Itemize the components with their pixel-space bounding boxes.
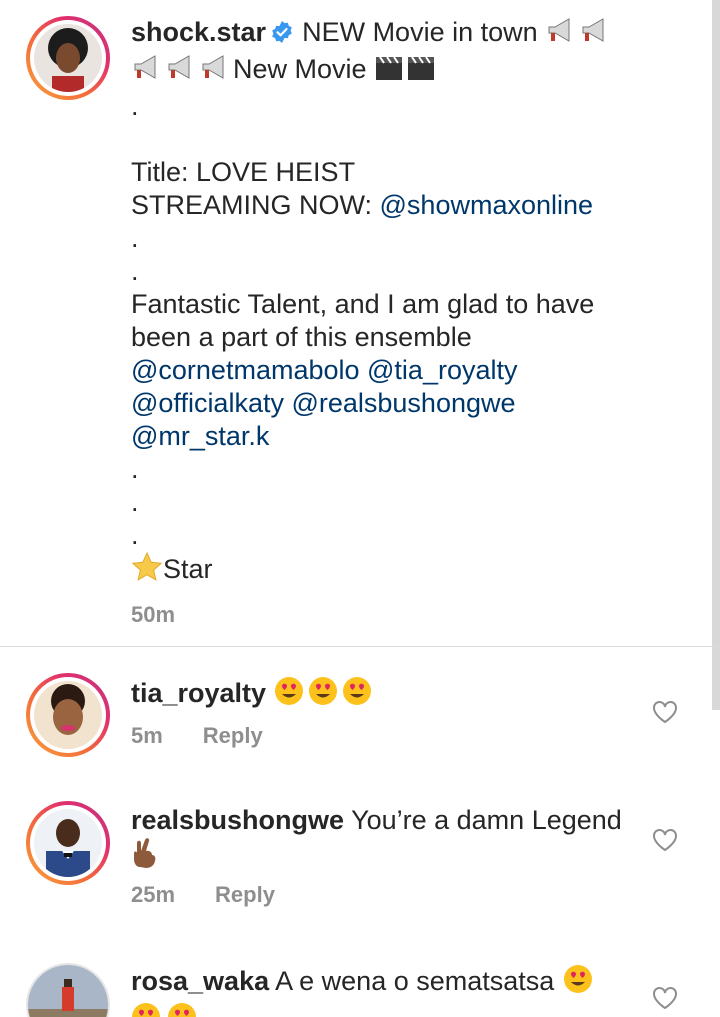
mention-link[interactable]: @showmaxonline (380, 190, 594, 220)
comment-time: 5m (131, 723, 163, 748)
verified-badge-icon (272, 21, 292, 43)
commenter-avatar[interactable] (26, 801, 110, 885)
comment-username[interactable]: realsbushongwe (131, 805, 344, 835)
streaming-label: STREAMING NOW: (131, 190, 380, 220)
caption-dot: . (131, 256, 139, 286)
crossed-fingers-emoji (131, 837, 159, 877)
caption-dot: . (131, 520, 139, 550)
commenter-avatar[interactable] (26, 673, 110, 757)
mention-link[interactable]: @cornetmamabolo @tia_royalty (131, 354, 691, 387)
comment-username[interactable]: tia_royalty (131, 678, 266, 708)
caption-dot: . (131, 91, 139, 121)
signature: Star (163, 554, 213, 584)
caption-dot: . (131, 487, 139, 517)
commenter-avatar[interactable] (26, 963, 110, 1017)
comment-username[interactable]: rosa_waka (131, 966, 269, 996)
comment-text: You’re a damn Legend (351, 805, 622, 835)
heart-eyes-emoji (562, 964, 594, 1002)
comment-time: 25m (131, 882, 176, 907)
comment-text: A e wena o sematsatsa (275, 966, 555, 996)
mention-link[interactable]: @officialkaty @realsbushongwe (131, 387, 691, 420)
megaphone-icon (131, 54, 233, 90)
author-avatar[interactable] (26, 16, 110, 100)
post-body-line-1: Fantastic Talent, and I am glad to have (131, 289, 595, 319)
post-body-line-2: been a part of this ensemble (131, 322, 472, 352)
reply-button[interactable]: Reply (215, 882, 275, 907)
comment-item: tia_royalty 5m Reply (0, 670, 720, 780)
caption-dot: . (131, 454, 139, 484)
heart-icon[interactable] (652, 828, 678, 852)
post-headline-1: NEW Movie in town (302, 17, 538, 47)
clapper-board-icon (374, 54, 438, 90)
reply-button[interactable]: Reply (203, 723, 263, 748)
star-icon (131, 551, 163, 590)
comment-item: rosa_waka A e wena o sematsatsa (0, 960, 720, 1017)
heart-eyes-emoji (131, 1002, 201, 1017)
comment-item: realsbushongwe You’re a damn Legend 25m R… (0, 798, 720, 938)
megaphone-icon (545, 17, 613, 53)
scrollbar[interactable] (712, 0, 720, 710)
caption-dot: . (131, 223, 139, 253)
heart-icon[interactable] (652, 700, 678, 724)
mention-link[interactable]: @mr_star.k (131, 420, 691, 453)
heart-eyes-emoji (274, 676, 378, 714)
post-caption: shock.star NEW Movie in town New Movie . … (131, 16, 691, 631)
post-headline-2: New Movie (233, 54, 367, 84)
post-username[interactable]: shock.star (131, 17, 266, 47)
post-title-line: Title: LOVE HEIST (131, 157, 356, 187)
heart-icon[interactable] (652, 986, 678, 1010)
divider (0, 646, 720, 647)
post-time: 50m (131, 602, 176, 627)
